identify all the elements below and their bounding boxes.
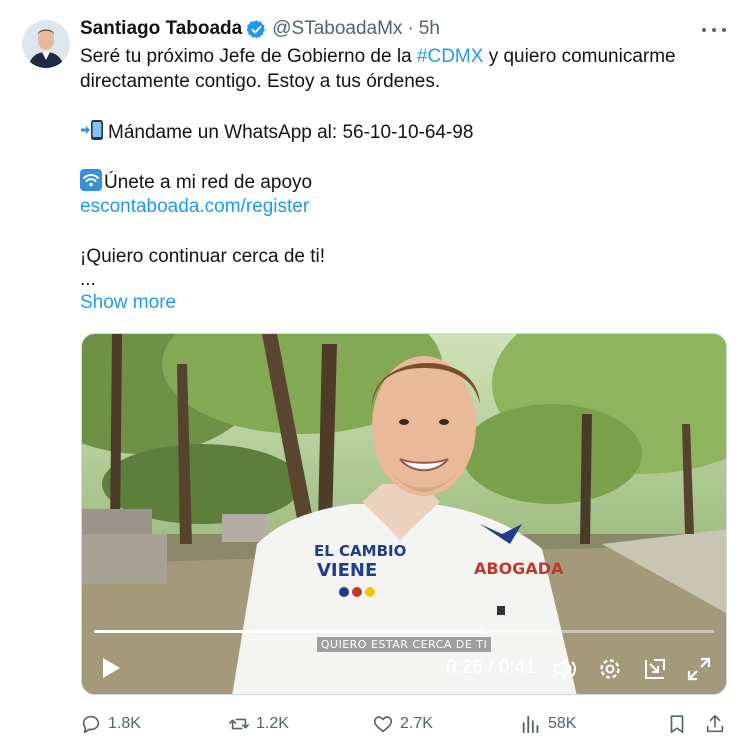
views-count: 58K [548, 715, 577, 732]
timestamp[interactable]: 5h [419, 18, 440, 40]
video-caption: QUIERO ESTAR CERCA DE TI [82, 637, 726, 652]
like-icon [373, 716, 393, 733]
more-icon[interactable] [702, 20, 726, 40]
settings-icon[interactable] [597, 656, 623, 682]
video-progress-fill [94, 630, 485, 633]
reply-button[interactable]: 1.8K [80, 710, 141, 738]
text-line-2: directamente contigo. Estoy a tus órdene… [80, 71, 441, 92]
fullscreen-icon[interactable] [686, 656, 712, 682]
reply-icon [82, 715, 100, 734]
share-button[interactable] [704, 710, 732, 738]
text-line-1: Seré tu próximo Jefe de Gobierno de la #… [80, 44, 676, 69]
hashtag-link[interactable]: #CDMX [417, 46, 484, 67]
phone-arrow-icon [80, 119, 106, 148]
views-button[interactable]: 58K [520, 710, 576, 738]
text-line-5: ¡Quiero continuar cerca de ti! [80, 246, 326, 267]
register-link[interactable]: escontaboada.com/register [80, 194, 309, 219]
play-icon[interactable] [96, 654, 124, 682]
views-icon [522, 715, 539, 734]
show-more-link[interactable]: Show more [80, 292, 176, 314]
repost-count: 1.2K [256, 715, 289, 732]
shirt-logo-text-1: EL CAMBIO [314, 542, 406, 560]
text-line-3: Mándame un WhatsApp al: 56-10-10-64-98 [80, 119, 473, 148]
verified-badge-icon[interactable] [246, 19, 267, 40]
support-text: Únete a mi red de apoyo [104, 172, 313, 193]
shirt-logo-text-2: VIENE [317, 560, 377, 581]
like-count: 2.7K [400, 715, 433, 732]
reply-count: 1.8K [108, 715, 141, 732]
video-timecode: 0:26 / 0:41 [446, 657, 536, 678]
video-player[interactable]: EL CAMBIO VIENE ABOGADA QUIERO ESTAR CER… [81, 333, 727, 695]
avatar[interactable] [22, 20, 70, 68]
ellipsis: ... [80, 269, 96, 290]
whatsapp-text: Mándame un WhatsApp al: 56-10-10-64-98 [108, 122, 474, 143]
bookmark-button[interactable] [666, 710, 694, 738]
shirt-logo-text-3: ABOGADA [474, 559, 564, 578]
volume-icon[interactable] [552, 656, 578, 682]
repost-icon [229, 718, 249, 730]
repost-button[interactable]: 1.2K [228, 710, 289, 738]
display-name[interactable]: Santiago Taboada [80, 18, 242, 40]
video-progress-bar[interactable] [94, 630, 714, 633]
handle[interactable]: @STaboadaMx [272, 18, 402, 40]
text-segment: Seré tu próximo Jefe de Gobierno de la [80, 46, 417, 67]
bookmark-icon [670, 715, 684, 734]
tweet-actions: 1.8K 1.2K 2.7K 58K [80, 710, 730, 738]
pip-icon[interactable] [642, 656, 668, 682]
text-segment: y quiero comunicarme [483, 46, 676, 67]
share-icon [706, 714, 724, 733]
separator: · [407, 18, 414, 39]
like-button[interactable]: 2.7K [372, 710, 433, 738]
tweet-header: Santiago Taboada @STaboadaMx · 5h [80, 16, 440, 42]
